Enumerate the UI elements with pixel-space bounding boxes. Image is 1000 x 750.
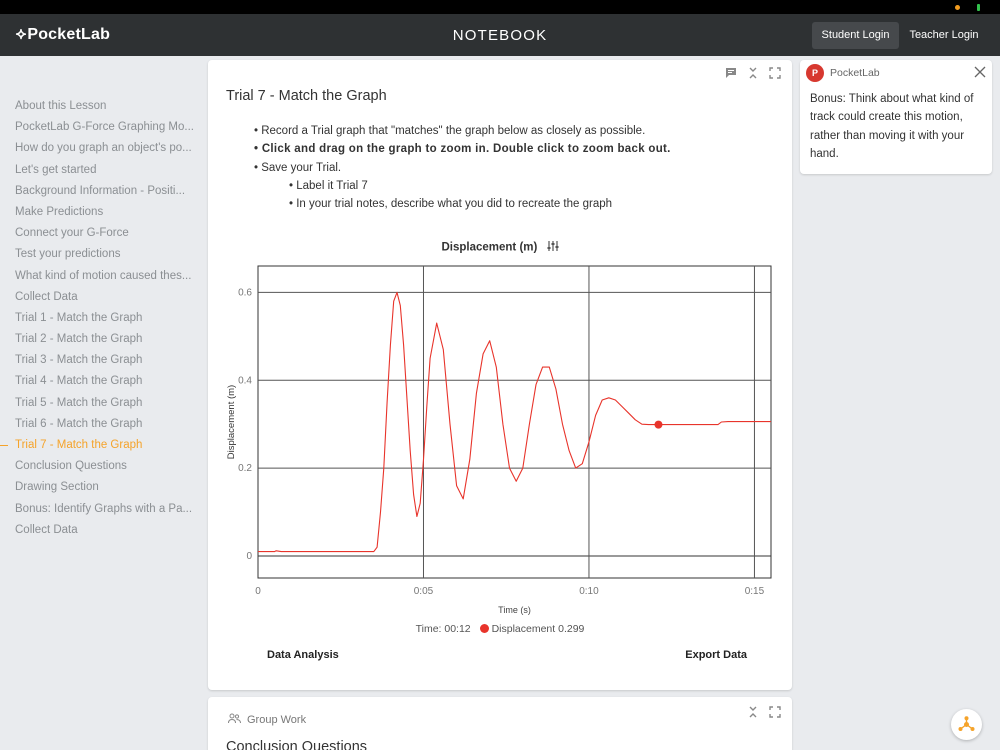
sidebar-item[interactable]: Test your predictions [0,244,196,265]
sidebar-item[interactable]: Collect Data [0,287,196,308]
collapse-icon[interactable] [746,66,760,80]
chart-settings-icon[interactable] [547,240,559,255]
y-tick-label: 0.2 [238,463,252,474]
instruction-bullet: • Record a Trial graph that "matches" th… [254,125,646,137]
x-tick-label: 0 [255,586,261,597]
sidebar-item[interactable]: What kind of motion caused thes... [0,266,196,287]
sidebar-item[interactable]: Collect Data [0,520,196,541]
group-work-label: Group Work [228,713,306,727]
series-dot-icon [479,624,489,633]
sidebar-item[interactable]: Trial 4 - Match the Graph [0,371,196,392]
sidebar-item[interactable]: Make Predictions [0,202,196,223]
readout-time: Time: 00:12 [415,623,471,635]
export-data-button[interactable]: Export Data [685,649,747,661]
avatar: P [806,64,824,82]
multitasking-dots[interactable] [492,5,508,18]
y-axis-label: Displacement (m) [226,385,237,459]
sidebar-item[interactable]: Drawing Section [0,477,196,498]
note-text: Bonus: Think about what kind of track co… [810,93,974,160]
x-tick-label: 0:10 [579,586,599,597]
sidebar-item[interactable]: PocketLab G-Force Graphing Mo... [0,117,196,138]
collapse-icon[interactable] [746,705,760,719]
teacher-login-button[interactable]: Teacher Login [902,22,986,49]
chart-title: Displacement (m) [208,240,792,255]
sidebar-item[interactable]: About this Lesson [0,96,196,117]
sidebar-item[interactable]: Conclusion Questions [0,456,196,477]
status-bar [0,0,1000,18]
sidebar-item[interactable]: Trial 7 - Match the Graph [0,435,196,456]
sidebar-item[interactable]: Trial 6 - Match the Graph [0,414,196,435]
student-login-button[interactable]: Student Login [812,22,899,49]
y-tick-label: 0 [246,551,252,562]
data-analysis-button[interactable]: Data Analysis [267,649,339,661]
close-icon[interactable] [973,65,987,84]
mic-indicator-icon [955,5,960,10]
sidebar-item[interactable]: Let's get started [0,160,196,181]
teacher-note-card: P PocketLab Bonus: Think about what kind… [800,60,992,174]
y-tick-label: 0.6 [238,287,252,298]
sidebar-item[interactable]: Trial 2 - Match the Graph [0,329,196,350]
sidebar-item[interactable]: Background Information - Positi... [0,181,196,202]
trial-7-card: Trial 7 - Match the Graph • Record a Tri… [208,60,792,690]
pocketlab-fab-button[interactable] [951,709,982,740]
group-work-card: Group Work Conclusion Questions [208,697,792,750]
readout-value: Displacement 0.299 [491,623,585,635]
instruction-sub-bullet: • Label it Trial 7 [289,179,368,192]
sidebar-item[interactable]: Bonus: Identify Graphs with a Pa... [0,499,196,520]
top-navigation-bar: ⯎PocketLab NOTEBOOK Student Login Teache… [0,14,1000,56]
card-title: Trial 7 - Match the Graph [226,88,387,104]
sidebar-item[interactable]: Connect your G-Force [0,223,196,244]
instruction-bullet: • Save your Trial. [254,161,342,174]
instruction-sub-bullet: • In your trial notes, describe what you… [289,198,613,211]
lesson-sidebar: About this Lesson PocketLab G-Force Graph… [0,96,200,541]
sidebar-item[interactable]: Trial 5 - Match the Graph [0,393,196,414]
x-tick-label: 0:05 [414,586,434,597]
card-toolbar [746,705,782,719]
instructions-list: • Record a Trial graph that "matches" th… [254,122,671,213]
x-axis-label: Time (s) [498,605,531,615]
pocketlab-molecule-icon [958,716,975,731]
expand-icon[interactable] [768,705,782,719]
battery-icon [977,4,980,11]
chart-readout: Time: 00:12 Displacement 0.299 [208,623,792,635]
plot-area [257,265,772,579]
comment-icon[interactable] [724,66,738,80]
sidebar-item[interactable]: Trial 1 - Match the Graph [0,308,196,329]
conclusion-questions-title: Conclusion Questions [226,739,368,750]
note-author: PocketLab [830,67,880,79]
y-tick-label: 0.4 [238,375,252,386]
x-tick-label: 0:15 [745,586,765,597]
sidebar-item[interactable]: How do you graph an object's po... [0,138,196,159]
group-icon [228,713,241,727]
displacement-chart[interactable]: 0 0.2 0.4 0.6 0 0:05 0:10 0:15 Time (s) Displacem… [208,255,792,620]
instruction-bullet: • Click and drag on the graph to zoom in… [254,143,671,156]
card-toolbar [724,66,782,80]
sidebar-item[interactable]: Trial 3 - Match the Graph [0,350,196,371]
cursor-marker [654,420,663,429]
expand-icon[interactable] [768,66,782,80]
